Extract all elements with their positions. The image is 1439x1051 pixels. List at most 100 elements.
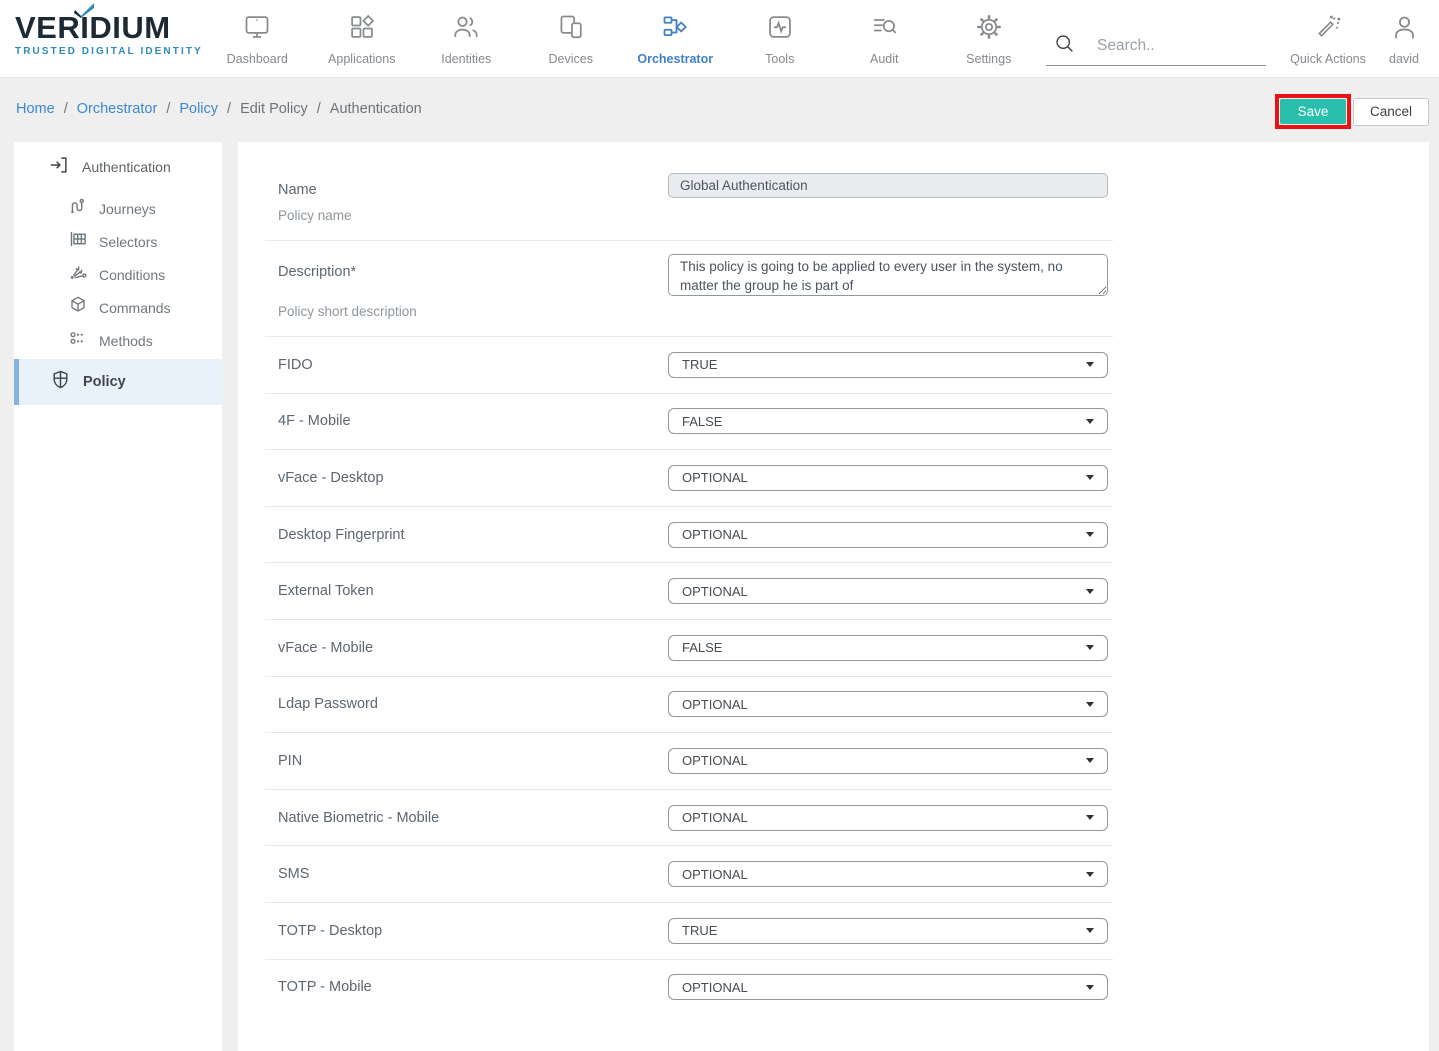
nav-item-applications[interactable]: Applications (310, 9, 415, 66)
external-token-select[interactable]: OPTIONAL (668, 578, 1108, 604)
field-label: Ldap Password (278, 696, 655, 712)
field-label: SMS (278, 866, 655, 882)
search-input[interactable] (1097, 37, 1257, 55)
field-label: Native Biometric - Mobile (278, 810, 655, 826)
field-control: OPTIONAL (668, 748, 1108, 774)
wand-icon (1315, 9, 1341, 45)
chevron-down-icon (1086, 985, 1094, 990)
breadcrumb-item-home[interactable]: Home (16, 101, 55, 117)
top-header: VERIDIUM TRUSTED DIGITAL IDENTITY Dashbo… (0, 0, 1439, 78)
description-textarea[interactable] (668, 254, 1108, 296)
name-input[interactable] (668, 173, 1108, 198)
breadcrumb-item-policy[interactable]: Policy (179, 101, 218, 117)
field-control: OPTIONAL (668, 465, 1108, 491)
user-menu[interactable]: david (1377, 9, 1431, 66)
chevron-down-icon (1086, 872, 1094, 877)
sidebar-item-conditions[interactable]: Conditions (14, 258, 222, 291)
totp-mobile-select[interactable]: OPTIONAL (668, 974, 1108, 1000)
pin-select[interactable]: OPTIONAL (668, 748, 1108, 774)
quick-actions-button[interactable]: Quick Actions (1282, 9, 1374, 66)
veridium-logo[interactable]: VERIDIUM TRUSTED DIGITAL IDENTITY (15, 11, 215, 57)
chevron-down-icon (1086, 419, 1094, 424)
field-label: Description* (278, 264, 356, 280)
vface-desktop-select[interactable]: OPTIONAL (668, 465, 1108, 491)
select-value: OPTIONAL (682, 470, 1086, 485)
field-label: Name (278, 182, 317, 198)
field-control: OPTIONAL (668, 522, 1108, 548)
nav-item-audit[interactable]: Audit (832, 9, 937, 66)
nav-item-label: Tools (765, 52, 794, 66)
commands-icon (68, 295, 88, 320)
sms-select[interactable]: OPTIONAL (668, 861, 1108, 887)
methods-icon (68, 328, 88, 353)
select-value: TRUE (682, 923, 1086, 938)
4f-mobile-select[interactable]: FALSE (668, 408, 1108, 434)
field-sublabel: Policy name (278, 208, 352, 223)
field-control: FALSE (668, 635, 1108, 661)
settings-icon (975, 9, 1003, 45)
field-control (668, 254, 1108, 301)
chevron-down-icon (1086, 815, 1094, 820)
search-icon[interactable] (1054, 33, 1075, 59)
chevron-down-icon (1086, 758, 1094, 763)
native-biometric-mobile-select[interactable]: OPTIONAL (668, 805, 1108, 831)
main-nav: Dashboard Applications Identities Devices Or… (205, 9, 1041, 66)
policy-form: Name Policy name Description*Policy short … (265, 142, 1113, 1015)
sidebar-subitems: Journeys SelectorsConditions Commands Metho… (14, 192, 222, 357)
save-button[interactable]: Save (1280, 99, 1346, 124)
select-value: OPTIONAL (682, 980, 1086, 995)
sidebar-item-journeys[interactable]: Journeys (14, 192, 222, 225)
sidebar-item-label: Methods (99, 333, 153, 349)
select-value: TRUE (682, 357, 1086, 372)
breadcrumb: Home/Orchestrator/Policy/Edit Policy/Aut… (16, 101, 422, 117)
sidebar-item-label: Authentication (82, 159, 171, 175)
sidebar-item-methods[interactable]: Methods (14, 324, 222, 357)
nav-item-label: Audit (870, 52, 899, 66)
orchestrator-icon (661, 9, 689, 45)
fido-select[interactable]: TRUE (668, 352, 1108, 378)
nav-item-devices[interactable]: Devices (519, 9, 624, 66)
breadcrumb-item-orchestrator[interactable]: Orchestrator (77, 101, 158, 117)
sidebar-item-policy[interactable]: Policy (14, 359, 222, 405)
nav-item-dashboard[interactable]: Dashboard (205, 9, 310, 66)
logo-tagline: TRUSTED DIGITAL IDENTITY (15, 46, 215, 57)
field-control: OPTIONAL (668, 974, 1108, 1000)
breadcrumb-row: Home/Orchestrator/Policy/Edit Policy/Aut… (0, 79, 1439, 142)
cancel-button[interactable]: Cancel (1353, 98, 1429, 126)
nav-item-label: Applications (328, 52, 395, 66)
save-annotation-highlight: Save (1275, 94, 1351, 129)
sidebar-item-label: Commands (99, 300, 171, 316)
journeys-icon (68, 196, 88, 221)
select-value: FALSE (682, 414, 1086, 429)
breadcrumb-separator: / (227, 101, 231, 117)
totp-desktop-select[interactable]: TRUE (668, 918, 1108, 944)
nav-item-identities[interactable]: Identities (414, 9, 519, 66)
form-row-native-biometric-mobile: Native Biometric - Mobile OPTIONAL (265, 789, 1113, 846)
field-label: External Token (278, 583, 655, 599)
sidebar-item-commands[interactable]: Commands (14, 291, 222, 324)
form-row-name: Name Policy name (265, 142, 1113, 240)
nav-item-orchestrator[interactable]: Orchestrator (623, 9, 728, 66)
chevron-down-icon (1086, 532, 1094, 537)
select-value: OPTIONAL (682, 867, 1086, 882)
form-row-vface-desktop: vFace - DesktopOPTIONAL (265, 449, 1113, 506)
ldap-password-select[interactable]: OPTIONAL (668, 691, 1108, 717)
nav-item-settings[interactable]: Settings (937, 9, 1042, 66)
nav-item-tools[interactable]: Tools (728, 9, 833, 66)
desktop-fingerprint-select[interactable]: OPTIONAL (668, 522, 1108, 548)
field-label: TOTP - Mobile (278, 979, 655, 995)
field-label: FIDO (278, 357, 655, 373)
sidebar: Authentication Journeys SelectorsConditio… (14, 142, 222, 1051)
sidebar-item-authentication[interactable]: Authentication (14, 142, 222, 192)
form-row-sms: SMS OPTIONAL (265, 845, 1113, 902)
sidebar-item-label: Journeys (99, 201, 156, 217)
field-control (668, 173, 1108, 198)
conditions-icon (68, 262, 88, 287)
applications-icon (348, 9, 376, 45)
form-row-description: Description*Policy short description (265, 240, 1113, 336)
nav-item-label: Devices (549, 52, 593, 66)
vface-mobile-select[interactable]: FALSE (668, 635, 1108, 661)
search-box (1046, 26, 1266, 66)
sidebar-item-selectors[interactable]: Selectors (14, 225, 222, 258)
tools-icon (766, 9, 794, 45)
